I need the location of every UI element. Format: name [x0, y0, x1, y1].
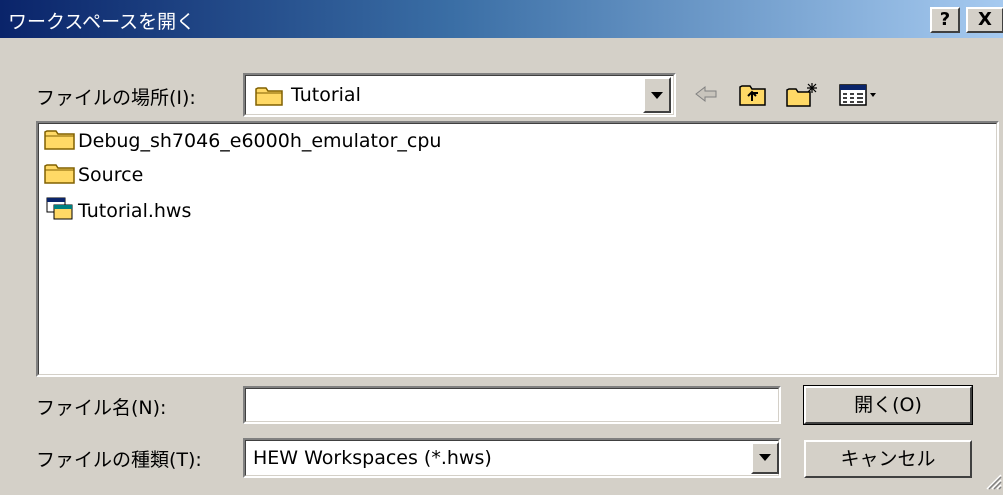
look-in-combo[interactable]: Tutorial — [243, 73, 676, 117]
look-in-dropdown-button[interactable] — [643, 77, 671, 113]
new-folder-icon[interactable] — [785, 82, 819, 110]
help-button[interactable]: ? — [930, 7, 960, 33]
open-button[interactable]: 開く(O) — [803, 385, 973, 425]
folder-icon — [44, 162, 78, 189]
list-item-label: Source — [78, 164, 144, 186]
file-type-combo[interactable]: HEW Workspaces (*.hws) — [243, 438, 781, 478]
file-name-label: ファイル名(N): — [36, 397, 167, 419]
file-type-value: HEW Workspaces (*.hws) — [253, 447, 492, 469]
back-arrow-icon[interactable] — [694, 82, 720, 110]
file-type-dropdown-button[interactable] — [751, 442, 779, 474]
folder-icon — [44, 128, 78, 155]
folder-icon — [255, 84, 285, 111]
list-item-label: Tutorial.hws — [78, 200, 192, 222]
title-bar: ワークスペースを開く ? X — [0, 0, 1003, 38]
file-name-input[interactable] — [243, 386, 781, 424]
up-folder-icon[interactable] — [738, 82, 768, 110]
look-in-value: Tutorial — [291, 84, 361, 106]
workspace-file-icon — [44, 196, 78, 227]
size-grip-icon[interactable] — [984, 472, 1002, 495]
file-type-label: ファイルの種類(T): — [36, 449, 202, 471]
list-item[interactable]: Source — [44, 158, 143, 192]
list-item-label: Debug_sh7046_e6000h_emulator_cpu — [78, 130, 442, 152]
view-menu-icon[interactable] — [838, 82, 878, 110]
cancel-button[interactable]: キャンセル — [804, 440, 972, 478]
close-button[interactable]: X — [966, 7, 1003, 33]
list-item[interactable]: Tutorial.hws — [44, 194, 191, 228]
dialog-title: ワークスペースを開く — [8, 11, 196, 33]
look-in-label: ファイルの場所(I): — [36, 87, 196, 109]
list-item[interactable]: Debug_sh7046_e6000h_emulator_cpu — [44, 124, 441, 158]
file-list[interactable] — [36, 121, 999, 377]
